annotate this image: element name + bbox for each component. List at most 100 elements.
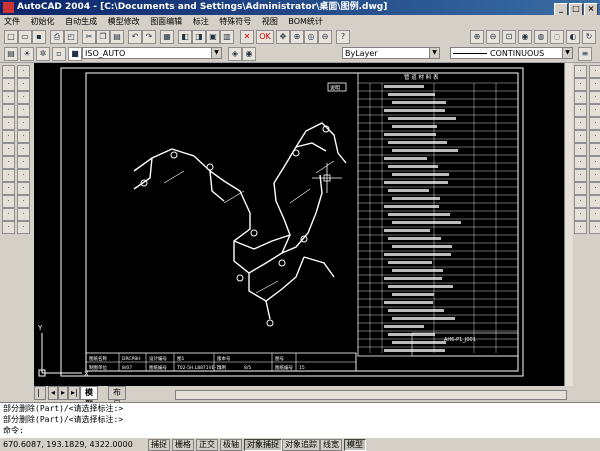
- dim-radius-icon[interactable]: ·: [589, 169, 600, 182]
- tool-palette-icon[interactable]: ▥: [220, 30, 234, 44]
- command-window[interactable]: 部分删除(Part)/<请选择标注:> 部分删除(Part)/<请选择标注:> …: [0, 402, 600, 437]
- ok-icon[interactable]: OK: [256, 30, 274, 44]
- linetype-combo[interactable]: CONTINUOUS ▼: [450, 47, 573, 59]
- trim-icon[interactable]: ·: [589, 117, 600, 130]
- polygon-icon[interactable]: ·: [17, 78, 30, 91]
- flange-icon[interactable]: ·: [2, 182, 15, 195]
- tee-icon[interactable]: ·: [2, 195, 15, 208]
- lineweight-icon[interactable]: ≡: [578, 47, 592, 61]
- horizontal-scrollbar[interactable]: [175, 390, 567, 400]
- status-toggle[interactable]: 极轴: [220, 439, 242, 451]
- erase-icon[interactable]: ·: [574, 65, 587, 78]
- status-toggle[interactable]: 正交: [196, 439, 218, 451]
- center-mark-icon[interactable]: ·: [589, 195, 600, 208]
- zoom-in-icon[interactable]: ⊕: [470, 30, 484, 44]
- region-icon[interactable]: ·: [17, 143, 30, 156]
- stretch-icon[interactable]: ·: [574, 117, 587, 130]
- status-toggle[interactable]: 模型: [344, 439, 366, 451]
- move-icon[interactable]: ·: [589, 91, 600, 104]
- copy-icon[interactable]: ❐: [96, 30, 110, 44]
- menu-autogen[interactable]: 自动生成: [61, 17, 101, 26]
- rotate-icon[interactable]: ·: [574, 104, 587, 117]
- polyline-icon[interactable]: ·: [2, 78, 15, 91]
- save-icon[interactable]: ▪: [32, 30, 46, 44]
- rectangle-icon[interactable]: ·: [2, 91, 15, 104]
- break-icon[interactable]: ·: [589, 130, 600, 143]
- snap-int-icon[interactable]: ·: [589, 221, 600, 234]
- undo-icon[interactable]: ↶: [128, 30, 142, 44]
- zoom-window-icon[interactable]: ◎: [304, 30, 318, 44]
- command-prompt[interactable]: 命令:: [0, 425, 600, 436]
- nozzle-icon[interactable]: ·: [2, 221, 15, 234]
- arc-icon[interactable]: ·: [17, 91, 30, 104]
- menu-bom[interactable]: BOM统计: [284, 17, 327, 26]
- layer-combo[interactable]: ISO_AUTO ▼: [82, 47, 222, 59]
- menu-file[interactable]: 文件: [0, 17, 24, 26]
- bolt-icon[interactable]: ·: [17, 221, 30, 234]
- reducer-icon[interactable]: ·: [17, 195, 30, 208]
- status-toggle[interactable]: 线宽: [320, 439, 342, 451]
- zoom-center-icon[interactable]: ◌: [550, 30, 564, 44]
- tab-layout1[interactable]: 布局1: [108, 386, 126, 421]
- pipe-icon[interactable]: ·: [2, 169, 15, 182]
- make-block-icon[interactable]: ·: [2, 130, 15, 143]
- tab-model[interactable]: 模型: [80, 386, 98, 409]
- hatch-icon[interactable]: ·: [2, 143, 15, 156]
- menu-special-symbol[interactable]: 特殊符号: [215, 17, 255, 26]
- preview-icon[interactable]: ◰: [64, 30, 78, 44]
- elbow-icon[interactable]: ·: [17, 182, 30, 195]
- zoom-all-icon[interactable]: ◉: [518, 30, 532, 44]
- status-toggle[interactable]: 捕捉: [148, 439, 170, 451]
- valve-icon[interactable]: ·: [17, 169, 30, 182]
- instrument-icon[interactable]: ·: [17, 208, 30, 221]
- text-icon[interactable]: ·: [2, 156, 15, 169]
- pan-icon[interactable]: ✥: [276, 30, 290, 44]
- tolerance-icon[interactable]: ·: [574, 195, 587, 208]
- dim-linear-icon[interactable]: ·: [589, 156, 600, 169]
- open-file-icon[interactable]: ▭: [18, 30, 32, 44]
- status-toggle[interactable]: 栅格: [172, 439, 194, 451]
- copy-icon[interactable]: ·: [589, 65, 600, 78]
- point-icon[interactable]: ·: [17, 130, 30, 143]
- zoom-scale-icon[interactable]: ◍: [534, 30, 548, 44]
- cut-icon[interactable]: ✂: [82, 30, 96, 44]
- line-icon[interactable]: ·: [2, 65, 15, 78]
- vertical-scrollbar[interactable]: [564, 63, 573, 386]
- construction-line-icon[interactable]: ·: [17, 65, 30, 78]
- dim-aligned-icon[interactable]: ·: [574, 169, 587, 182]
- table-icon[interactable]: ·: [17, 156, 30, 169]
- dim-angle-icon[interactable]: ·: [574, 182, 587, 195]
- ellipse-icon[interactable]: ·: [2, 117, 15, 130]
- match-icon[interactable]: ◨: [192, 30, 206, 44]
- zoom-dynamic-icon[interactable]: ◐: [566, 30, 580, 44]
- paste-icon[interactable]: ▤: [110, 30, 124, 44]
- mirror-icon[interactable]: ·: [574, 78, 587, 91]
- offset-icon[interactable]: ·: [589, 78, 600, 91]
- drawing-area[interactable]: 说明 管 道 材 料 表 图纸名称 DRCP8H 设计编号 图1 版本号 图号 …: [34, 63, 564, 386]
- status-toggle[interactable]: 对象追踪: [282, 439, 320, 451]
- color-combo[interactable]: ByLayer ▼: [342, 47, 440, 59]
- chamfer-icon[interactable]: ·: [574, 143, 587, 156]
- layer-prev-icon[interactable]: ◧: [178, 30, 192, 44]
- snap-mid-icon[interactable]: ·: [574, 221, 587, 234]
- scale-icon[interactable]: ·: [589, 104, 600, 117]
- redo-icon[interactable]: ↷: [142, 30, 156, 44]
- menu-drawing-edit[interactable]: 图面编辑: [146, 17, 186, 26]
- tab-last-arrow[interactable]: ▸|: [68, 386, 80, 400]
- design-center-icon[interactable]: ▣: [206, 30, 220, 44]
- new-file-icon[interactable]: □: [4, 30, 18, 44]
- spline-icon[interactable]: ·: [17, 104, 30, 117]
- layer-manager-icon[interactable]: ▤: [4, 47, 18, 61]
- regen-icon[interactable]: ↻: [582, 30, 596, 44]
- fillet-icon[interactable]: ·: [589, 143, 600, 156]
- array-icon[interactable]: ·: [574, 91, 587, 104]
- insert-block-icon[interactable]: ·: [17, 117, 30, 130]
- properties-icon[interactable]: ▦: [160, 30, 174, 44]
- zoom-icon[interactable]: ⊕: [290, 30, 304, 44]
- zoom-out-icon[interactable]: ⊖: [486, 30, 500, 44]
- snap-end-icon[interactable]: ·: [589, 208, 600, 221]
- tab-first-arrow[interactable]: |◂: [34, 386, 46, 409]
- layer-previous-icon[interactable]: ◉: [242, 47, 256, 61]
- tab-next-arrow[interactable]: ▸: [58, 386, 68, 400]
- status-toggle[interactable]: 对象捕捉: [244, 439, 282, 451]
